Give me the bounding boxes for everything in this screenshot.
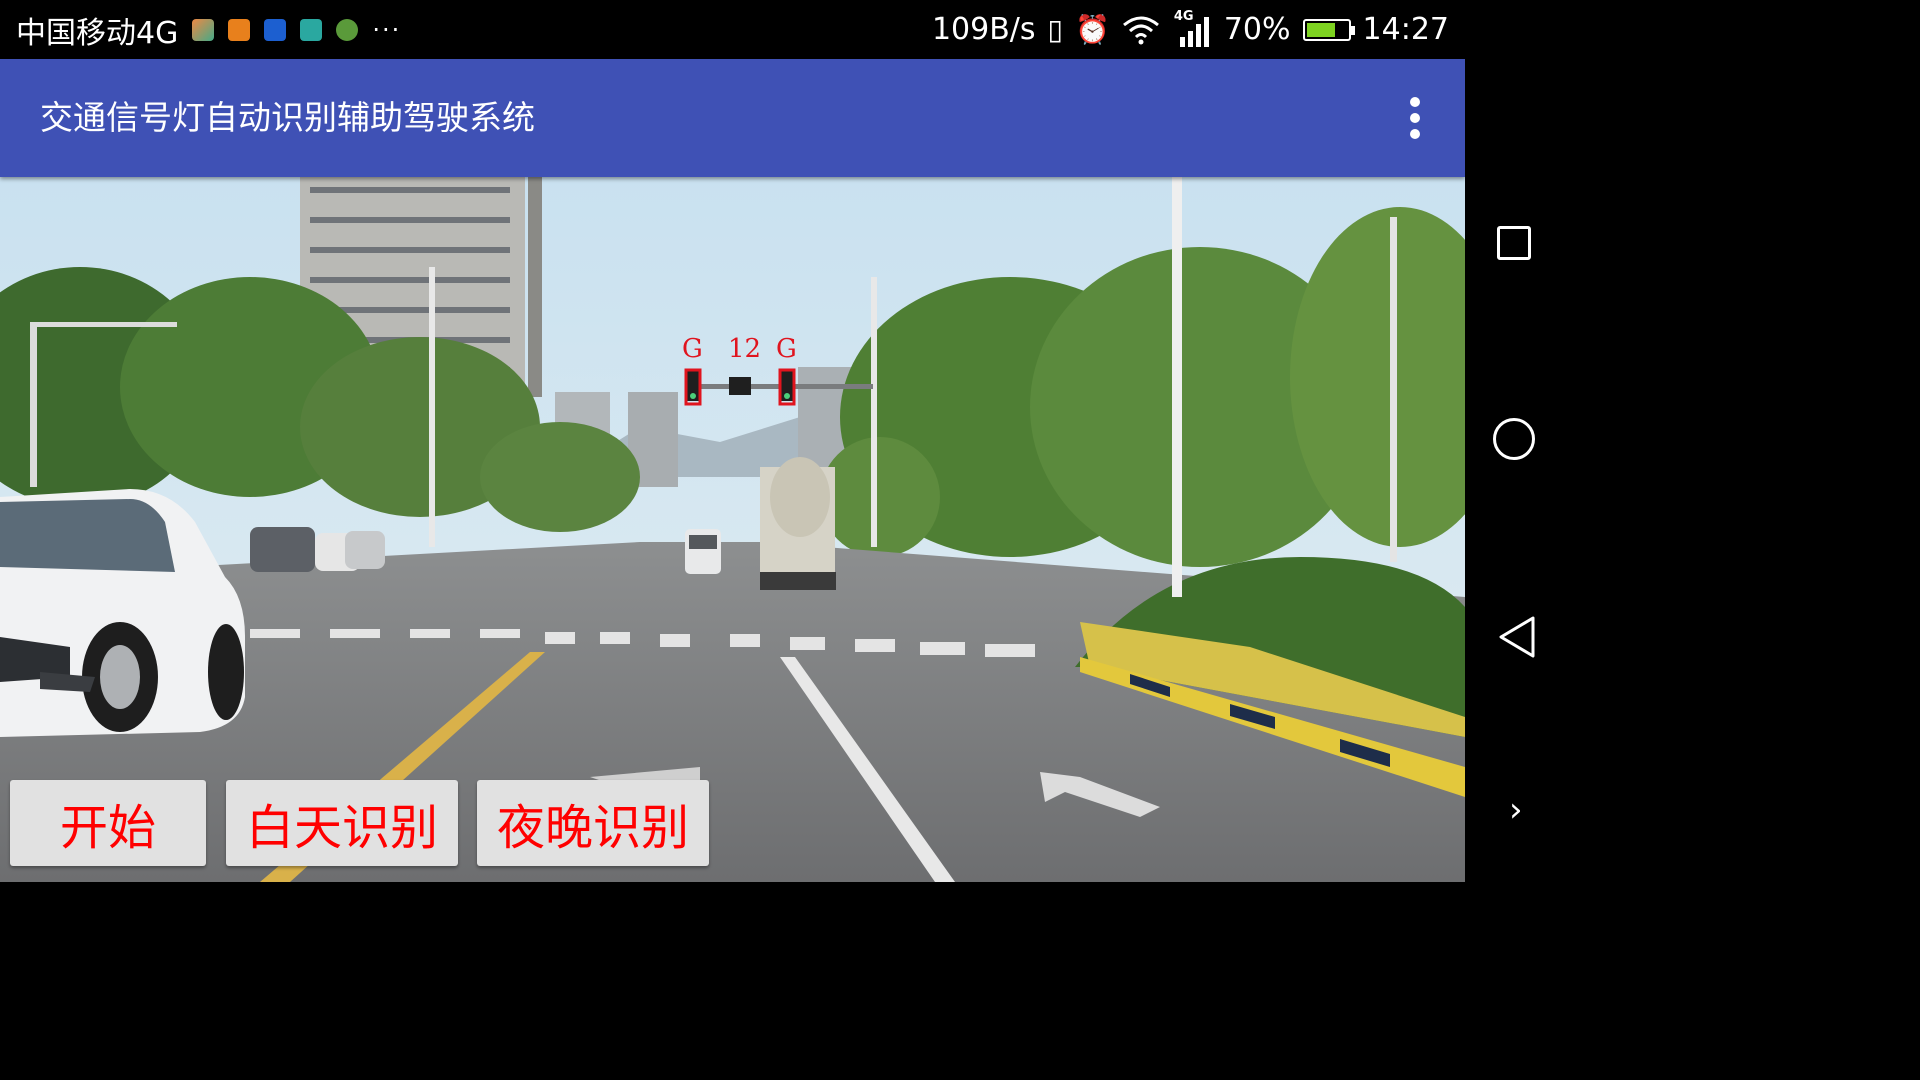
left-light-state-label: G: [682, 334, 703, 364]
wifi-icon: [1122, 16, 1159, 44]
notification-app-icon-2: [228, 18, 251, 41]
net-speed: 109B/s: [931, 12, 1036, 47]
battery-icon: [1302, 18, 1355, 41]
start-button[interactable]: 开始: [10, 780, 206, 866]
expand-chevron-icon[interactable]: ›: [1509, 790, 1523, 830]
overflow-dot-icon: [1410, 113, 1420, 123]
app-title: 交通信号灯自动识别辅助驾驶系统: [40, 98, 535, 137]
overflow-menu-button[interactable]: [1403, 97, 1427, 139]
status-left: 中国移动4G ···: [16, 0, 401, 59]
notification-app-icon-5: [336, 18, 359, 41]
vibrate-icon: ▯: [1047, 13, 1063, 46]
status-bar: 中国移动4G ··· 109B/s ▯ ⏰ 4G 70% 14:27: [0, 0, 1465, 59]
alarm-icon: ⏰: [1074, 13, 1110, 46]
night-recognition-button[interactable]: 夜晚识别: [477, 780, 709, 866]
countdown-label: 12: [728, 334, 762, 364]
notification-shield-icon: [264, 18, 287, 41]
back-button[interactable]: [1495, 614, 1539, 660]
more-notifications-icon: ···: [372, 15, 402, 44]
recents-button[interactable]: [1497, 226, 1531, 260]
carrier-label: 中国移动4G: [16, 15, 179, 51]
road-scene-image: [0, 177, 1465, 882]
app-bar: 交通信号灯自动识别辅助驾驶系统: [0, 59, 1465, 177]
right-light-state-label: G: [776, 334, 797, 364]
navigation-bar: ›: [1465, 0, 1568, 882]
notification-app-icon-1: [192, 18, 215, 41]
battery-percent: 70%: [1223, 12, 1291, 47]
overflow-dot-icon: [1410, 97, 1420, 107]
overflow-dot-icon: [1410, 129, 1420, 139]
notification-android-icon: [300, 18, 323, 41]
camera-preview: G 12 G: [0, 177, 1465, 882]
home-button[interactable]: [1493, 418, 1535, 460]
battery-level: [1306, 22, 1335, 37]
signal-icon: 4G: [1172, 9, 1212, 47]
status-right: 109B/s ▯ ⏰ 4G 70% 14:27: [932, 0, 1449, 59]
clock: 14:27: [1362, 12, 1449, 47]
day-recognition-button[interactable]: 白天识别: [226, 780, 458, 866]
